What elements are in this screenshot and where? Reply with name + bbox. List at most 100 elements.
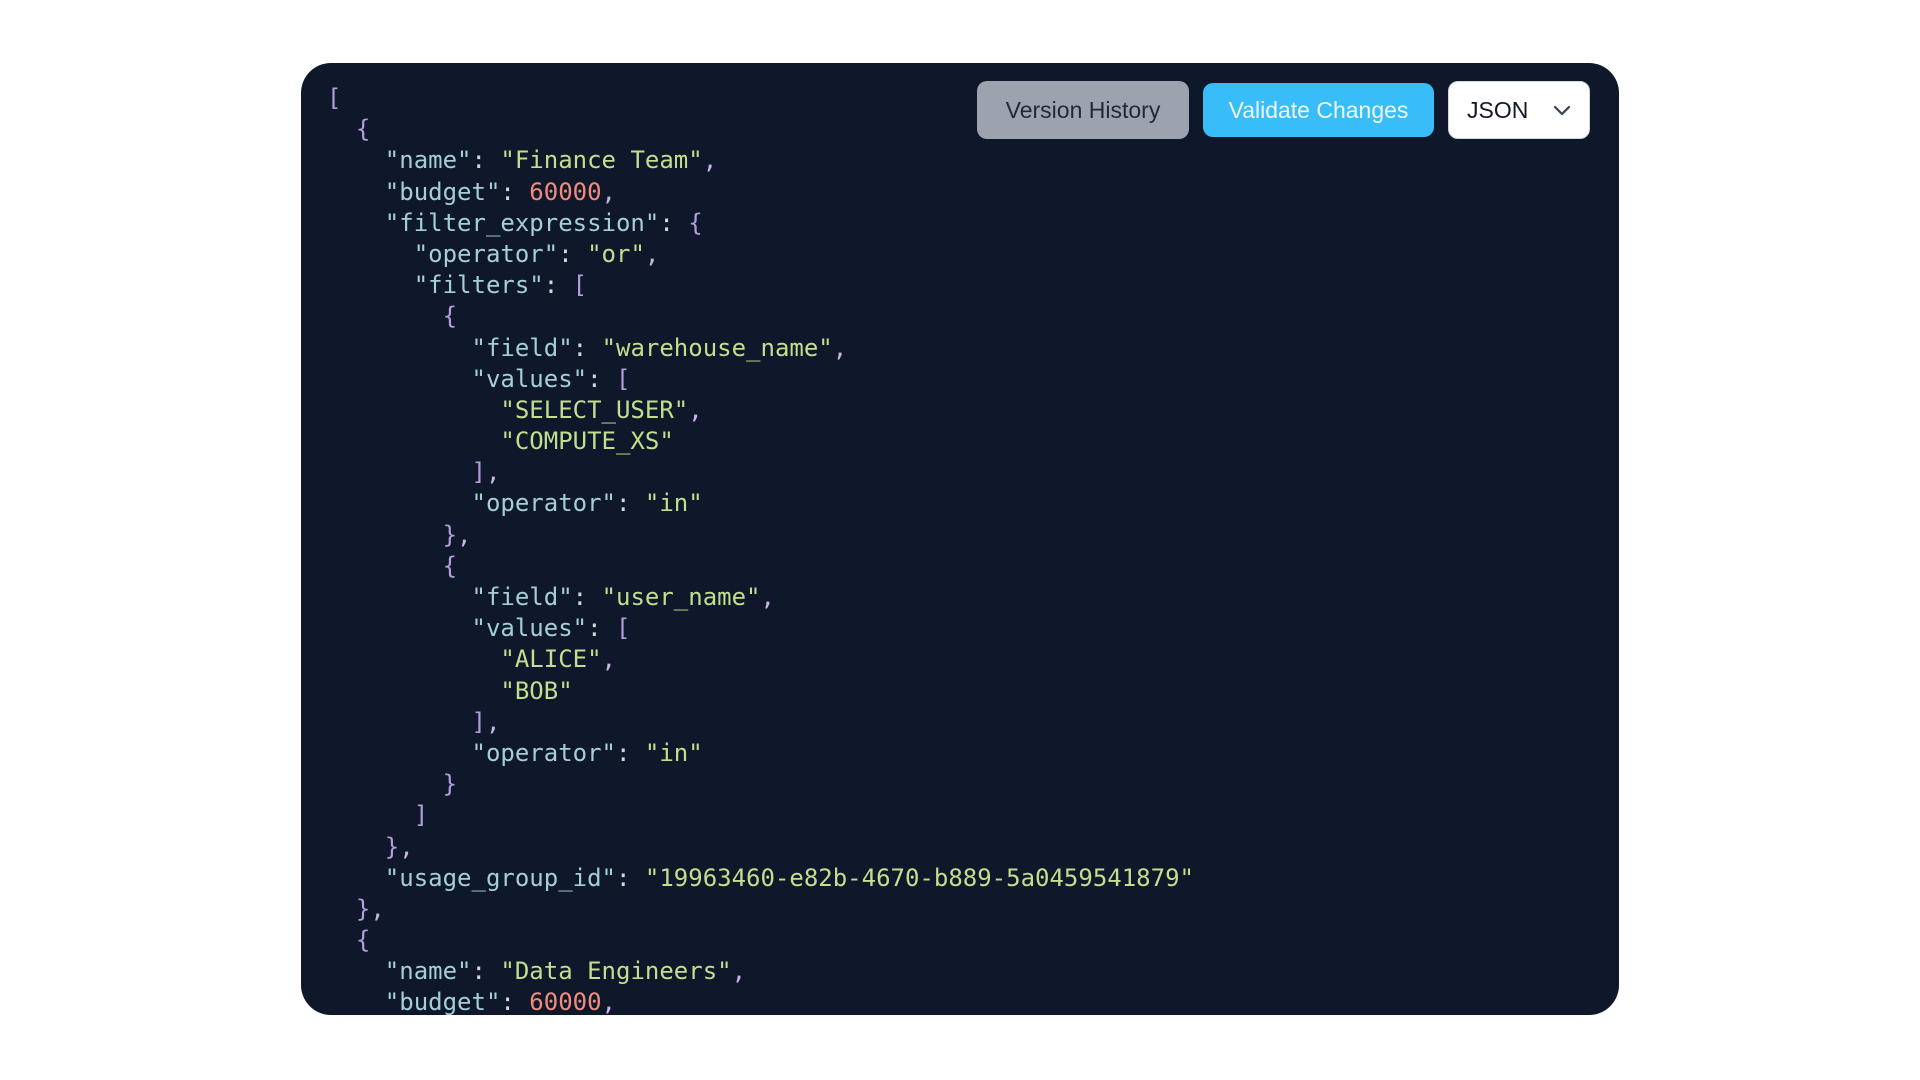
json-key: "operator": [471, 489, 617, 518]
code-line: {: [327, 551, 1194, 582]
code-line: }: [327, 769, 1194, 800]
code-line: "operator": "in": [327, 738, 1194, 769]
json-number: 60000: [529, 988, 602, 1015]
code-line: ],: [327, 707, 1194, 738]
code-area[interactable]: [ { "name": "Finance Team", "budget": 60…: [327, 83, 1194, 1015]
json-string: "or": [587, 239, 645, 268]
code-line: },: [327, 832, 1194, 863]
json-string: "ALICE": [500, 645, 602, 674]
code-line: "filter_expression": {: [327, 208, 1194, 239]
json-key: "field": [471, 333, 573, 362]
code-line: "budget": 60000,: [327, 177, 1194, 208]
colon-token: :: [558, 239, 588, 268]
json-key: "filter_expression": [384, 208, 660, 237]
colon-token: :: [471, 957, 501, 986]
code-line: "field": "user_name",: [327, 582, 1194, 613]
format-select-value: JSON: [1467, 96, 1529, 123]
colon-token: :: [500, 988, 530, 1015]
json-string: "in": [644, 489, 703, 518]
code-line: ]: [327, 800, 1194, 831]
json-key: "field": [471, 583, 573, 611]
colon-token: :: [616, 738, 645, 767]
colon-token: :: [572, 333, 602, 362]
json-editor[interactable]: [ { "name": "Finance Team", "budget": 60…: [301, 63, 1619, 1015]
comma-token: ,: [731, 957, 747, 986]
json-string: "warehouse_name": [601, 333, 833, 362]
comma-token: ,: [399, 832, 414, 861]
comma-token: ,: [485, 458, 501, 487]
bracket-token: ]: [413, 801, 429, 830]
bracket-token: [: [616, 364, 631, 393]
json-key: "name": [384, 957, 472, 986]
code-line: "ALICE",: [327, 644, 1194, 675]
json-key: "budget": [384, 988, 501, 1015]
bracket-token: [: [616, 614, 631, 643]
comma-token: ,: [601, 645, 616, 674]
comma-token: ,: [644, 239, 660, 268]
bracket-token: {: [355, 926, 371, 955]
bracket-token: }: [442, 520, 458, 549]
json-string: "19963460-e82b-4670-b889-5a0459541879": [644, 863, 1194, 892]
json-key: "usage_group_id": [384, 863, 616, 892]
bracket-token: {: [442, 551, 458, 580]
comma-token: ,: [688, 395, 703, 424]
code-line: "operator": "or",: [327, 239, 1194, 270]
chevron-down-icon: [1551, 99, 1573, 121]
comma-token: ,: [601, 988, 616, 1015]
comma-token: ,: [370, 894, 385, 923]
version-history-button[interactable]: Version History: [977, 81, 1189, 139]
json-string: "BOB": [500, 676, 573, 705]
colon-token: :: [587, 614, 616, 643]
code-line: "SELECT_USER",: [327, 395, 1194, 426]
bracket-token: {: [688, 208, 703, 237]
comma-token: ,: [760, 583, 775, 611]
code-line: },: [327, 894, 1194, 925]
code-line: "budget": 60000,: [327, 987, 1194, 1015]
comma-token: ,: [485, 707, 501, 736]
json-key: "operator": [471, 738, 617, 767]
format-select[interactable]: JSON: [1448, 81, 1590, 139]
json-number: 60000: [529, 177, 602, 206]
code-line: {: [327, 301, 1194, 332]
code-line: {: [327, 925, 1194, 956]
colon-token: :: [500, 177, 530, 206]
bracket-token: }: [442, 770, 458, 799]
code-line: "COMPUTE_XS": [327, 426, 1194, 457]
bracket-token: [: [572, 271, 588, 300]
code-line: "usage_group_id": "19963460-e82b-4670-b8…: [327, 863, 1194, 894]
json-key: "operator": [413, 239, 559, 268]
bracket-token: }: [355, 894, 371, 923]
bracket-token: {: [442, 302, 458, 331]
code-line: },: [327, 520, 1194, 551]
code-line: "field": "warehouse_name",: [327, 333, 1194, 364]
colon-token: :: [615, 863, 645, 892]
code-line: "operator": "in": [327, 488, 1194, 519]
code-line: "BOB": [327, 676, 1194, 707]
bracket-token: }: [384, 832, 400, 861]
json-key: "values": [471, 614, 588, 643]
json-string: "SELECT_USER": [500, 395, 689, 424]
colon-token: :: [616, 489, 645, 518]
validate-changes-button[interactable]: Validate Changes: [1203, 83, 1434, 137]
editor-toolbar: Version History Validate Changes JSON: [977, 81, 1590, 139]
colon-token: :: [587, 364, 616, 393]
json-string: "Finance Team": [500, 146, 703, 175]
colon-token: :: [572, 583, 602, 611]
